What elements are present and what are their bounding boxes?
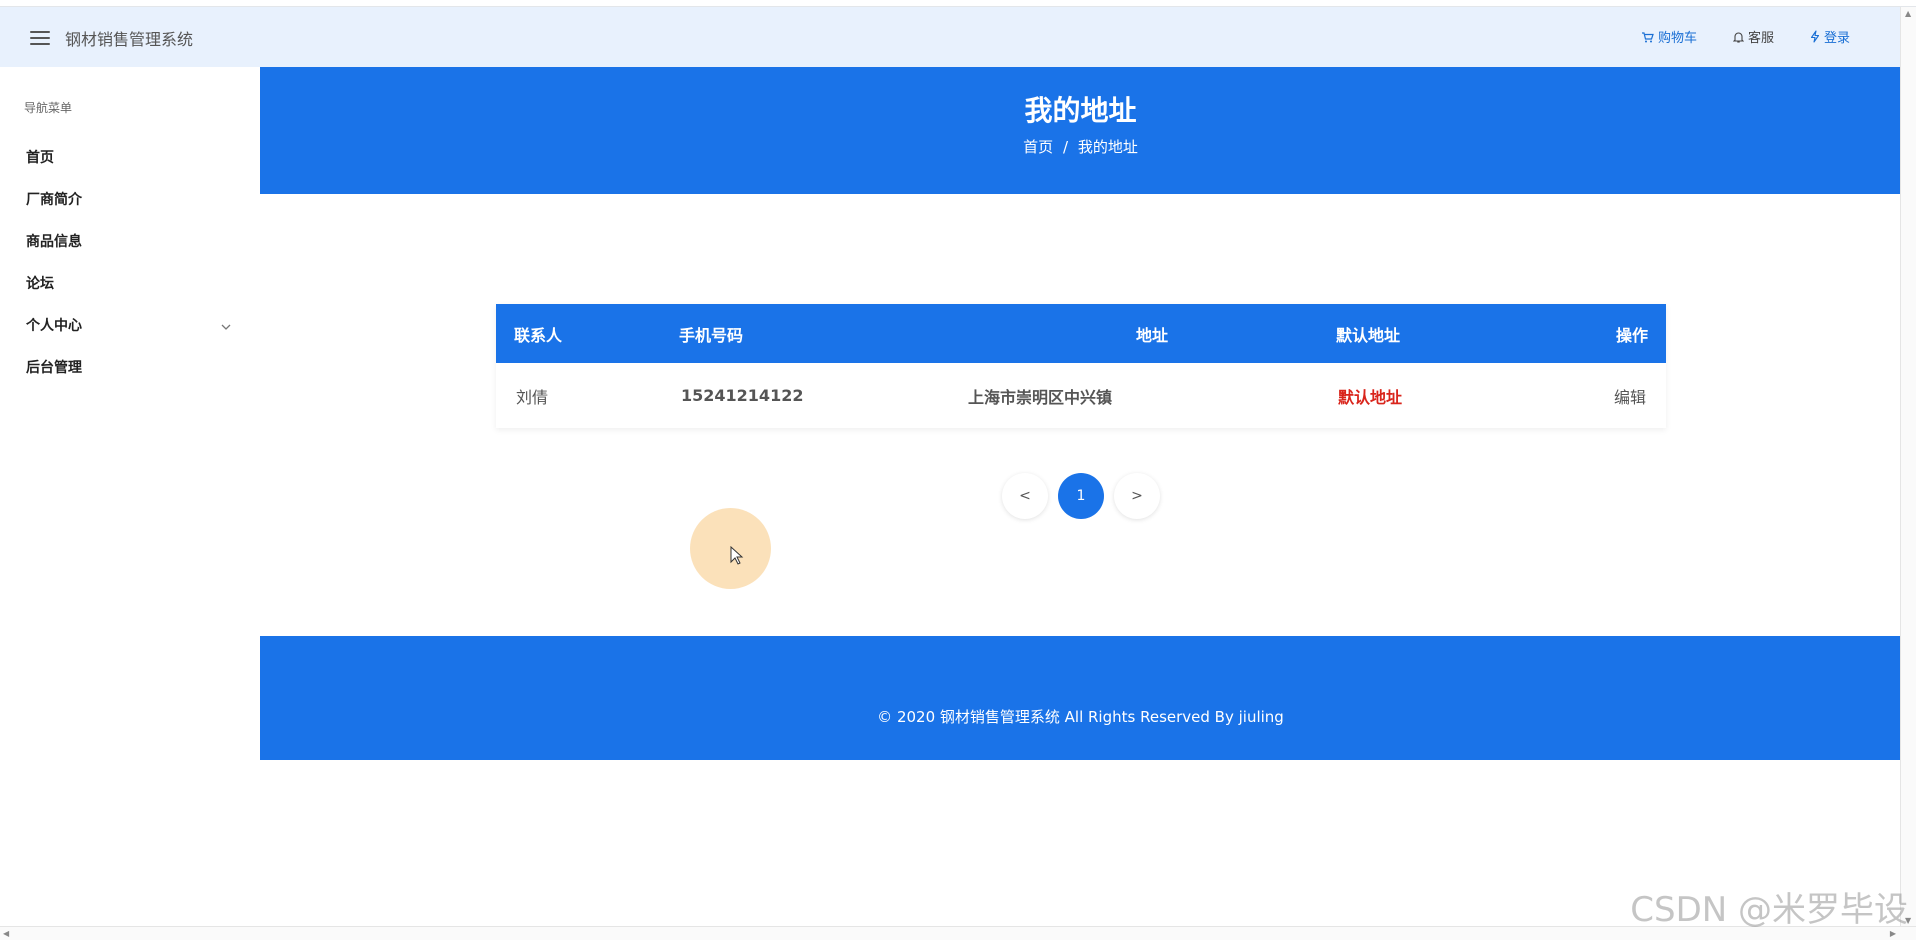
page-title: 我的地址 (1024, 94, 1137, 127)
app-title: 钢材销售管理系统 (65, 30, 194, 49)
page-1-button[interactable]: 1 (1058, 473, 1104, 519)
cell-address: 上海市崇明区中兴镇 (968, 387, 1113, 407)
sidebar-item-label: 首页 (26, 150, 54, 166)
lightning-icon (1810, 30, 1820, 43)
browser-top-strip (0, 0, 1916, 7)
cart-link[interactable]: 购物车 (1641, 27, 1697, 46)
breadcrumb-home[interactable]: 首页 (1023, 138, 1053, 156)
prev-page-button[interactable]: < (1002, 473, 1048, 519)
header-links: 购物车 客服 登录 (1641, 27, 1850, 46)
login-link[interactable]: 登录 (1810, 27, 1850, 46)
address-table: 联系人 手机号码 地址 默认地址 操作 刘倩 15241214122 上海市崇明… (496, 304, 1666, 428)
default-address-badge[interactable]: 默认地址 (1338, 363, 1402, 428)
sidebar-item-label: 厂商简介 (26, 192, 82, 208)
breadcrumb-current: 我的地址 (1077, 138, 1138, 156)
pagination: < 1 > (1002, 473, 1160, 519)
header-contact: 联系人 (514, 325, 563, 345)
bell-icon (1732, 31, 1744, 43)
cart-icon (1641, 31, 1654, 42)
sidebar-item-label: 论坛 (26, 276, 54, 292)
sidebar-item-personal-center[interactable]: 个人中心 (26, 311, 231, 341)
sidebar-item-products[interactable]: 商品信息 (26, 227, 226, 257)
sidebar-item-label: 商品信息 (26, 234, 82, 250)
table-row: 刘倩 15241214122 上海市崇明区中兴镇 默认地址 编辑 (496, 363, 1666, 428)
sidebar-item-forum[interactable]: 论坛 (26, 269, 226, 299)
scroll-left-icon[interactable]: ◀ (3, 929, 9, 938)
mouse-cursor-icon (730, 546, 744, 565)
sidebar-item-home[interactable]: 首页 (26, 143, 226, 173)
sidebar-item-label: 后台管理 (26, 360, 82, 376)
vertical-scrollbar[interactable]: ▲ ▼ (1900, 7, 1916, 927)
sidebar-item-admin[interactable]: 后台管理 (26, 353, 226, 383)
page-banner: 我的地址 首页 / 我的地址 (260, 67, 1901, 194)
breadcrumb-separator: / (1062, 138, 1069, 156)
horizontal-scrollbar[interactable]: ◀ ▶ (0, 926, 1916, 940)
scroll-up-icon[interactable]: ▲ (1905, 9, 1911, 18)
top-header: 钢材销售管理系统 购物车 客服 登录 (0, 7, 1900, 67)
cart-link-label: 购物车 (1657, 31, 1697, 46)
cell-contact: 刘倩 (516, 387, 549, 407)
cell-phone: 15241214122 (681, 386, 804, 405)
header-action: 操作 (1615, 325, 1648, 345)
login-link-label: 登录 (1823, 31, 1850, 46)
header-address: 地址 (1135, 325, 1168, 345)
edit-button[interactable]: 编辑 (1614, 363, 1646, 428)
sidebar: 导航菜单 首页 厂商简介 商品信息 论坛 个人中心 后台管理 (0, 67, 260, 927)
watermark: CSDN @米罗毕设 (1630, 890, 1908, 930)
chevron-down-icon (220, 311, 232, 341)
header-phone: 手机号码 (679, 325, 744, 345)
page-footer: © 2020 钢材销售管理系统 All Rights Reserved By j… (260, 636, 1901, 760)
header-default: 默认地址 (1336, 325, 1401, 345)
nav-menu-title: 导航菜单 (24, 101, 73, 115)
sidebar-item-vendor-intro[interactable]: 厂商简介 (26, 185, 226, 215)
next-page-button[interactable]: > (1114, 473, 1160, 519)
copyright-text: © 2020 钢材销售管理系统 All Rights Reserved By j… (877, 708, 1284, 726)
sidebar-item-label: 个人中心 (26, 318, 82, 334)
hamburger-menu-icon[interactable] (30, 31, 50, 45)
service-link[interactable]: 客服 (1732, 27, 1774, 46)
table-header: 联系人 手机号码 地址 默认地址 操作 (496, 304, 1666, 363)
service-link-label: 客服 (1747, 31, 1774, 46)
breadcrumb: 首页 / 我的地址 (260, 136, 1901, 157)
